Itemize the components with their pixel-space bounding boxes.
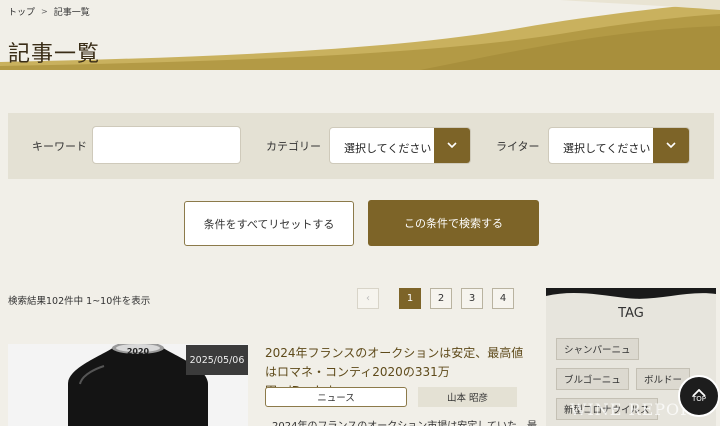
sidebar-title: TAG <box>618 306 644 321</box>
reset-button[interactable]: 条件をすべてリセットする <box>184 201 354 246</box>
pagination-page-1[interactable]: 1 <box>399 288 421 309</box>
pagination-page-4[interactable]: 4 <box>492 288 514 309</box>
chevron-down-icon[interactable] <box>653 128 689 163</box>
breadcrumb-separator: > <box>41 7 48 16</box>
pagination-page-2[interactable]: 2 <box>430 288 452 309</box>
sidebar-wave-decoration <box>546 288 716 299</box>
breadcrumb: トップ > 記事一覧 <box>8 5 90 18</box>
pagination-page-3[interactable]: 3 <box>461 288 483 309</box>
article-category-tag[interactable]: ニュース <box>265 387 407 407</box>
article-excerpt: 2024年のフランスのオークション市場は安定していた。最 <box>272 417 537 426</box>
writer-select[interactable]: 選択してください <box>548 127 690 164</box>
writer-label: ライター <box>496 140 540 153</box>
header-wave-decoration <box>0 0 720 70</box>
writer-select-value: 選択してください <box>563 142 651 155</box>
back-to-top-button[interactable]: TOP <box>678 375 720 417</box>
chevron-down-icon[interactable] <box>434 128 470 163</box>
result-summary: 検索結果102件中 1~10件を表示 <box>8 296 151 307</box>
article-date-badge: 2025/05/06 <box>186 345 248 375</box>
keyword-input[interactable] <box>92 126 241 164</box>
search-button[interactable]: この条件で検索する <box>368 200 539 246</box>
category-select[interactable]: 選択してください <box>329 127 471 164</box>
back-to-top-label: TOP <box>691 395 706 403</box>
keyword-label: キーワード <box>32 140 87 153</box>
breadcrumb-current: 記事一覧 <box>53 8 90 18</box>
pagination-prev-button[interactable]: ‹ <box>357 288 379 309</box>
article-writer-tag[interactable]: 山本 昭彦 <box>418 387 517 407</box>
page-header: トップ > 記事一覧 記事一覧 <box>0 0 720 70</box>
page-title: 記事一覧 <box>8 42 101 67</box>
category-select-value: 選択してください <box>344 142 432 155</box>
tag-chip[interactable]: シャンパーニュ <box>556 338 639 360</box>
chevron-left-icon: ‹ <box>366 293 370 304</box>
tag-chip[interactable]: ブルゴーニュ <box>556 368 629 390</box>
category-label: カテゴリー <box>266 140 321 153</box>
breadcrumb-home-link[interactable]: トップ <box>8 5 35 18</box>
bottle-vintage-label: 2020 <box>127 347 150 356</box>
